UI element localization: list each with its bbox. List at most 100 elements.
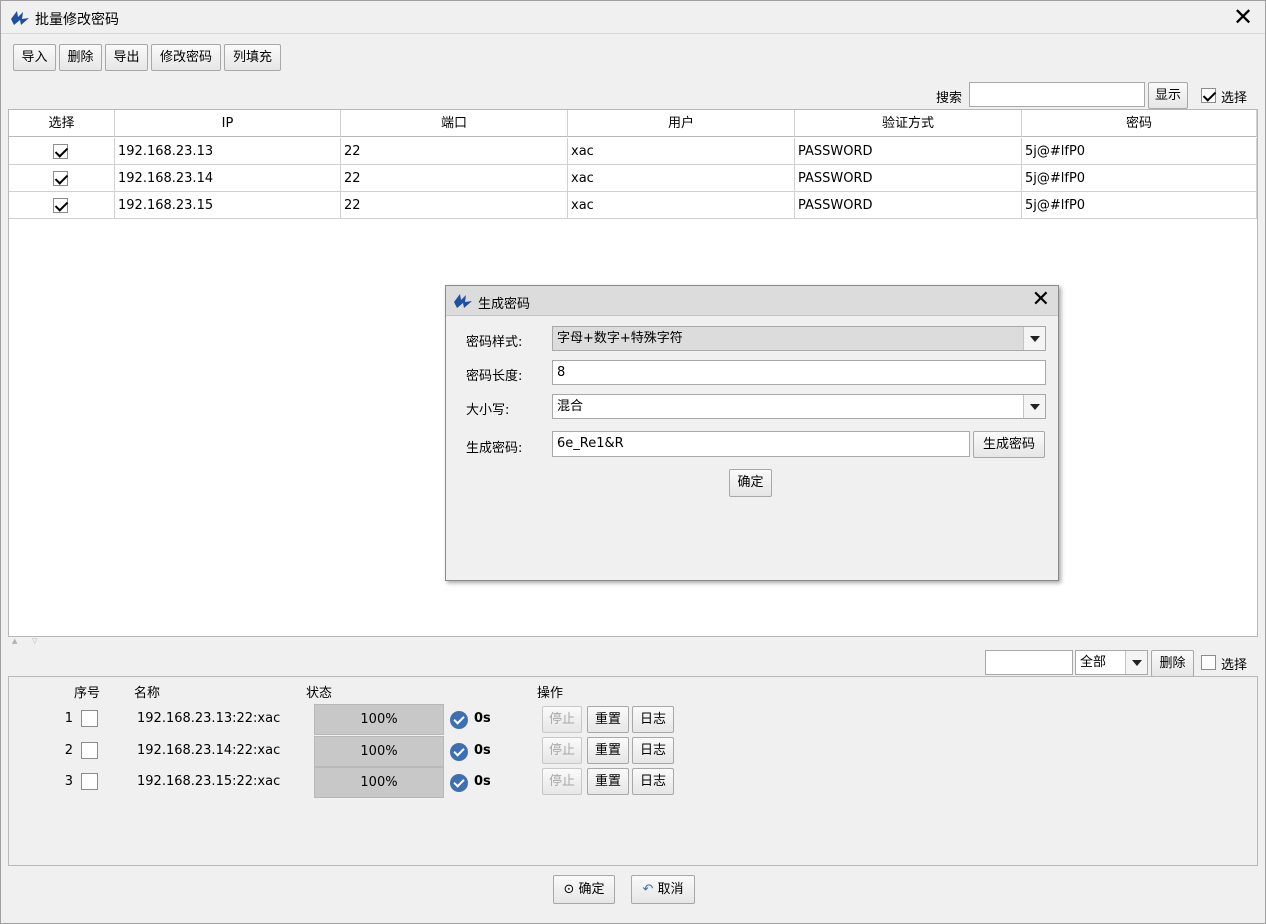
check-circle-icon: ⊙ (563, 882, 575, 897)
table-cell-password[interactable]: 5j@#lfP0 (1022, 165, 1257, 192)
column-header-port[interactable]: 端口 (341, 110, 568, 137)
password-style-label: 密码样式: (466, 335, 523, 350)
task-name: 192.168.23.13:22:xac (137, 711, 281, 726)
table-cell-user[interactable]: xac (568, 165, 795, 192)
success-check-icon (450, 743, 468, 761)
case-value: 混合 (557, 399, 584, 414)
task-time: 0s (474, 711, 491, 726)
change-password-button[interactable]: 修改密码 (151, 44, 221, 71)
cancel-button-label: 取消 (657, 882, 684, 897)
search-label: 搜索 (936, 91, 963, 106)
task-delete-button[interactable]: 删除 (1151, 650, 1194, 677)
show-button[interactable]: 显示 (1148, 82, 1188, 109)
batch-change-password-window: 批量修改密码 ✕ 导入 删除 导出 修改密码 列填充 搜索 显示 选择 选择 I… (0, 0, 1266, 924)
close-icon[interactable]: ✕ (1231, 5, 1255, 29)
task-checkbox[interactable] (81, 710, 98, 727)
password-style-select[interactable]: 字母+数字+特殊字符 (552, 326, 1046, 351)
row-checkbox[interactable] (53, 171, 68, 186)
generate-password-dialog: 生成密码 ✕ 密码样式: 字母+数字+特殊字符 密码长度: 8 大小写: 混合 … (445, 285, 1059, 581)
generate-password-button[interactable]: 生成密码 (973, 431, 1045, 458)
splitter-down-icon[interactable]: ▽ (32, 637, 37, 645)
chevron-down-icon[interactable] (1125, 651, 1147, 674)
dialog-titlebar: 生成密码 ✕ (446, 286, 1058, 316)
chevron-down-icon[interactable] (1023, 395, 1045, 418)
task-reset-button[interactable]: 重置 (587, 706, 629, 733)
table-cell-password[interactable]: 5j@#lfP0 (1022, 192, 1257, 219)
password-length-input[interactable]: 8 (552, 360, 1046, 385)
task-index: 2 (64, 743, 73, 758)
task-name: 192.168.23.14:22:xac (137, 743, 281, 758)
task-progress-bar: 100% (314, 736, 444, 767)
case-label: 大小写: (466, 403, 510, 418)
fill-column-button[interactable]: 列填充 (224, 44, 281, 71)
task-header-action: 操作 (537, 686, 564, 701)
case-select[interactable]: 混合 (552, 394, 1046, 419)
undo-arrow-icon: ↶ (642, 882, 654, 897)
task-log-button[interactable]: 日志 (632, 768, 674, 795)
close-icon[interactable]: ✕ (1032, 289, 1050, 311)
generated-password-label: 生成密码: (466, 441, 523, 456)
table-cell-ip[interactable]: 192.168.23.14 (115, 165, 341, 192)
cancel-button[interactable]: ↶ 取消 (631, 875, 695, 904)
table-row-select-cell (9, 192, 115, 219)
ok-button[interactable]: ⊙ 确定 (553, 875, 615, 904)
task-reset-button[interactable]: 重置 (587, 768, 629, 795)
task-log-button[interactable]: 日志 (632, 737, 674, 764)
task-stop-button[interactable]: 停止 (542, 706, 582, 733)
dialog-title: 生成密码 (478, 297, 531, 312)
row-checkbox[interactable] (53, 198, 68, 213)
search-input[interactable] (969, 82, 1145, 107)
task-stop-button[interactable]: 停止 (542, 768, 582, 795)
delete-button[interactable]: 删除 (59, 44, 102, 71)
task-progress-bar: 100% (314, 704, 444, 735)
column-header-password[interactable]: 密码 (1022, 110, 1257, 137)
table-cell-user[interactable]: xac (568, 192, 795, 219)
task-checkbox[interactable] (81, 773, 98, 790)
window-title: 批量修改密码 (35, 12, 119, 28)
table-cell-auth[interactable]: PASSWORD (795, 138, 1022, 165)
task-header-status: 状态 (306, 686, 333, 701)
row-checkbox[interactable] (53, 144, 68, 159)
task-header-name: 名称 (134, 686, 161, 701)
column-header-ip[interactable]: IP (115, 110, 341, 137)
table-row-select-cell (9, 165, 115, 192)
splitter-up-icon[interactable]: ▲ (12, 637, 17, 645)
task-filter-value: 全部 (1080, 655, 1107, 670)
task-filter-input[interactable] (985, 650, 1073, 675)
chevron-down-icon[interactable] (1023, 327, 1045, 350)
generated-password-input[interactable]: 6e_Re1&R (552, 431, 970, 457)
table-cell-auth[interactable]: PASSWORD (795, 165, 1022, 192)
table-cell-ip[interactable]: 192.168.23.15 (115, 192, 341, 219)
table-cell-port[interactable]: 22 (341, 165, 568, 192)
table-cell-ip[interactable]: 192.168.23.13 (115, 138, 341, 165)
task-list: 序号 名称 状态 操作 1 192.168.23.13:22:xac 100% … (8, 676, 1258, 866)
task-progress-bar: 100% (314, 767, 444, 798)
success-check-icon (450, 711, 468, 729)
table-cell-port[interactable]: 22 (341, 192, 568, 219)
column-header-select[interactable]: 选择 (9, 110, 115, 137)
task-checkbox[interactable] (81, 742, 98, 759)
task-stop-button[interactable]: 停止 (542, 737, 582, 764)
password-style-value: 字母+数字+特殊字符 (557, 331, 683, 346)
dialog-confirm-button[interactable]: 确定 (729, 469, 772, 497)
task-time: 0s (474, 743, 491, 758)
export-button[interactable]: 导出 (105, 44, 148, 71)
task-select-all-checkbox[interactable] (1201, 655, 1216, 670)
table-cell-auth[interactable]: PASSWORD (795, 192, 1022, 219)
task-header-index: 序号 (74, 686, 101, 701)
task-index: 1 (64, 711, 73, 726)
password-length-label: 密码长度: (466, 369, 523, 384)
splitter-handle[interactable]: ▲ ▽ (8, 637, 1258, 649)
import-button[interactable]: 导入 (13, 44, 56, 71)
task-select-all-label: 选择 (1221, 658, 1248, 673)
table-cell-port[interactable]: 22 (341, 138, 568, 165)
column-header-user[interactable]: 用户 (568, 110, 795, 137)
table-cell-user[interactable]: xac (568, 138, 795, 165)
app-logo-icon (454, 294, 472, 308)
column-header-auth[interactable]: 验证方式 (795, 110, 1022, 137)
table-cell-password[interactable]: 5j@#lfP0 (1022, 138, 1257, 165)
task-reset-button[interactable]: 重置 (587, 737, 629, 764)
select-all-checkbox[interactable] (1201, 88, 1216, 103)
task-filter-select[interactable]: 全部 (1075, 650, 1148, 675)
task-log-button[interactable]: 日志 (632, 706, 674, 733)
